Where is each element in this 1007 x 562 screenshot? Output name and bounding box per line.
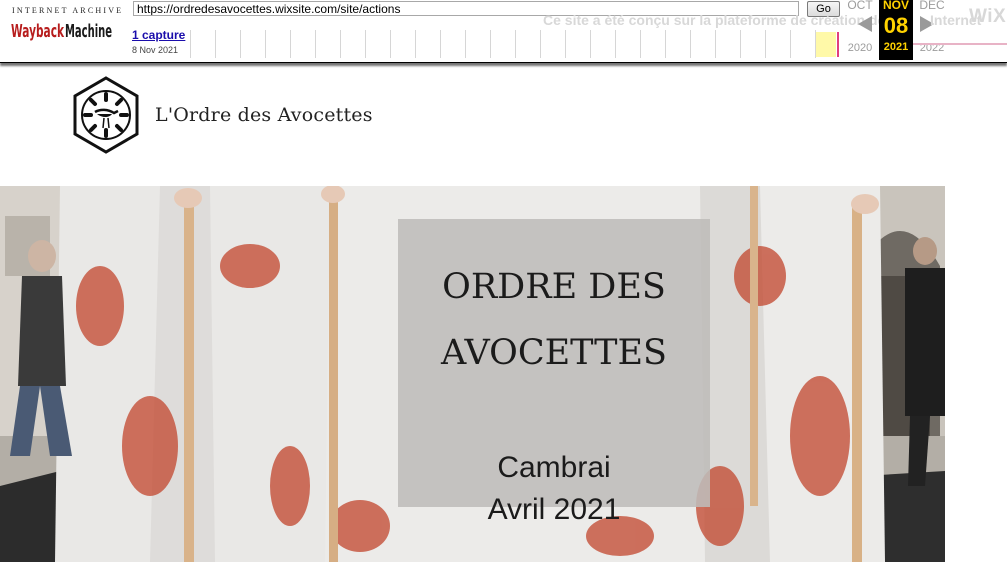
sparkline-tick — [465, 30, 466, 58]
hero-image: ORDRE DES AVOCETTES Cambrai Avril 2021 — [0, 186, 945, 562]
site-logo-icon[interactable] — [70, 76, 142, 156]
calendar-next-month-label: DEC — [919, 0, 945, 12]
sparkline-tick — [715, 30, 716, 58]
wayback-captures-link[interactable]: 1 capture — [132, 28, 185, 42]
svg-text:Machine: Machine — [65, 21, 112, 42]
sparkline-tick — [265, 30, 266, 58]
wayback-logo-caption: INTERNET ARCHIVE — [12, 6, 124, 15]
wayback-capture-date: 8 Nov 2021 — [132, 45, 179, 55]
site-title[interactable]: L'Ordre des Avocettes — [155, 104, 373, 126]
sparkline-tick — [765, 30, 766, 58]
wix-banner-underline — [913, 43, 1007, 45]
wayback-logo-wordmark: Wayback Machine — [10, 17, 113, 43]
sparkline-tick — [440, 30, 441, 58]
calendar-current-year: 2021 — [883, 41, 909, 53]
calendar-prev-year[interactable]: 2020 — [843, 42, 877, 54]
calendar-current-month: NOV — [882, 0, 909, 12]
sparkline-tick — [690, 30, 691, 58]
calendar-current-day: 08 — [883, 13, 909, 38]
sparkline-tick — [240, 30, 241, 58]
sparkline-tick — [340, 30, 341, 58]
wix-logo[interactable]: WiX — [969, 6, 1006, 28]
sparkline-tick — [315, 30, 316, 58]
calendar-current: NOV 08 2021 — [879, 0, 913, 60]
wayback-sparkline[interactable] — [190, 30, 840, 58]
sparkline-tick — [615, 30, 616, 58]
sparkline-tick — [415, 30, 416, 58]
svg-text:Wayback: Wayback — [11, 21, 65, 42]
calendar-prev-month-label: OCT — [847, 0, 873, 12]
sign-line-3: Cambrai — [497, 451, 611, 484]
wayback-logo[interactable]: INTERNET ARCHIVE Wayback Machine — [10, 6, 121, 46]
wix-banner-text: Ce site a été conçu sur la plateforme de… — [543, 12, 886, 28]
sparkline-tick — [665, 30, 666, 58]
wayback-toolbar: INTERNET ARCHIVE Wayback Machine https:/… — [0, 0, 1007, 63]
sparkline-tick — [490, 30, 491, 58]
sparkline-tick — [365, 30, 366, 58]
sparkline-tick — [565, 30, 566, 58]
sparkline-tick — [590, 30, 591, 58]
sparkline-tick — [640, 30, 641, 58]
hero-protest-sign: ORDRE DES AVOCETTES Cambrai Avril 2021 — [398, 219, 710, 526]
sparkline-tick — [515, 30, 516, 58]
sparkline-tick — [540, 30, 541, 58]
sparkline-tick — [190, 30, 191, 58]
sparkline-tick — [740, 30, 741, 58]
sparkline-tick — [215, 30, 216, 58]
sparkline-current-year — [816, 32, 836, 57]
sign-line-2: AVOCETTES — [440, 333, 668, 373]
sparkline-capture-mark — [837, 32, 839, 57]
sign-line-1: ORDRE DES — [442, 267, 666, 307]
sparkline-tick — [790, 30, 791, 58]
calendar-prev-arrow-icon[interactable] — [858, 16, 872, 32]
sparkline-tick — [390, 30, 391, 58]
sign-line-4: Avril 2021 — [487, 493, 621, 526]
sparkline-tick — [290, 30, 291, 58]
